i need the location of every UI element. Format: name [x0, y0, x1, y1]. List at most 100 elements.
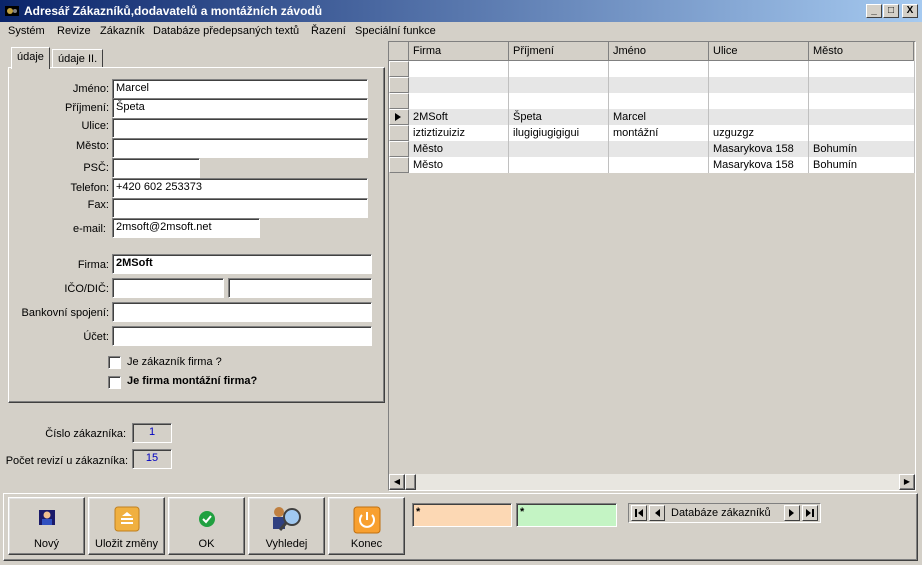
- maximize-button[interactable]: □: [883, 4, 899, 18]
- close-button[interactable]: X: [902, 4, 918, 18]
- nav-next-icon[interactable]: [784, 505, 800, 521]
- grid-cell[interactable]: [609, 157, 709, 173]
- ulice-field[interactable]: [112, 118, 368, 138]
- ulice-label: Ulice:: [81, 120, 109, 132]
- nav-prev-icon[interactable]: [649, 505, 665, 521]
- konec-button[interactable]: Konec: [328, 497, 405, 555]
- vyhledej-button[interactable]: Vyhledej: [248, 497, 325, 555]
- je-zakaznik-firma-checkbox[interactable]: [108, 356, 121, 369]
- bankovni-spojeni-label: Bankovní spojení:: [21, 307, 109, 319]
- scroll-left-icon[interactable]: ◀: [389, 474, 405, 490]
- grid-cell[interactable]: [609, 141, 709, 157]
- grid-cell[interactable]: [609, 77, 709, 93]
- fax-field[interactable]: [112, 198, 368, 218]
- col-prijmeni[interactable]: Příjmení: [509, 42, 609, 61]
- grid-cell[interactable]: [409, 77, 509, 93]
- menu-razeni[interactable]: Řazení: [311, 25, 346, 37]
- grid-cell[interactable]: Masarykova 158: [709, 141, 809, 157]
- grid-cell[interactable]: [409, 93, 509, 109]
- mesto-field[interactable]: [112, 138, 368, 158]
- je-zakaznik-firma-label: Je zákazník firma ?: [127, 356, 222, 368]
- grid-cell[interactable]: uzguzgz: [709, 125, 809, 141]
- current-row-icon: [395, 113, 401, 121]
- menu-databaze-textu[interactable]: Databáze předepsaných textů: [153, 25, 299, 37]
- grid-cell[interactable]: [809, 93, 915, 109]
- bankovni-spojeni-field[interactable]: [112, 302, 372, 322]
- scroll-right-icon[interactable]: ▶: [899, 474, 915, 490]
- grid-cell[interactable]: [509, 61, 609, 77]
- grid-cell[interactable]: [709, 77, 809, 93]
- jmeno-field[interactable]: Marcel: [112, 79, 368, 99]
- grid-cell[interactable]: [709, 93, 809, 109]
- grid-cell[interactable]: [809, 125, 915, 141]
- grid-cell[interactable]: Masarykova 158: [709, 157, 809, 173]
- filter-firma-field[interactable]: *: [412, 503, 512, 527]
- grid-cell[interactable]: Bohumín: [809, 157, 915, 173]
- prijmeni-field[interactable]: Špeta: [112, 98, 368, 118]
- row-indicator[interactable]: [389, 125, 409, 141]
- firma-field[interactable]: 2MSoft: [112, 254, 372, 274]
- row-indicator[interactable]: [389, 61, 409, 77]
- ucet-label: Účet:: [83, 331, 109, 343]
- grid-cell[interactable]: Město: [409, 157, 509, 173]
- menu-system[interactable]: Systém: [8, 25, 45, 37]
- je-montazni-firma-label: Je firma montážní firma?: [127, 375, 258, 387]
- ico-dic-label: IČO/DIČ:: [64, 283, 109, 295]
- ucet-field[interactable]: [112, 326, 372, 346]
- customer-grid[interactable]: Firma Příjmení Jméno Ulice Město 2MSoft Š…: [388, 41, 916, 491]
- menu-zakaznik[interactable]: Zákazník: [100, 25, 145, 37]
- ico-field[interactable]: [112, 278, 224, 298]
- tab-udaje[interactable]: údaje: [11, 47, 50, 69]
- row-indicator[interactable]: [389, 157, 409, 173]
- grid-cell[interactable]: Bohumín: [809, 141, 915, 157]
- col-mesto[interactable]: Město: [809, 42, 914, 61]
- je-montazni-firma-checkbox[interactable]: [108, 376, 121, 389]
- grid-cell[interactable]: [609, 61, 709, 77]
- grid-cell[interactable]: [509, 93, 609, 109]
- tab-udaje-ii[interactable]: údaje II.: [52, 49, 104, 69]
- grid-cell[interactable]: 2MSoft: [409, 109, 509, 125]
- minimize-button[interactable]: _: [866, 4, 882, 18]
- grid-cell[interactable]: [809, 109, 915, 125]
- grid-cell[interactable]: [809, 61, 915, 77]
- cislo-zakaznika-value: 1: [132, 423, 172, 443]
- nav-last-icon[interactable]: [802, 505, 818, 521]
- grid-cell[interactable]: Špeta: [509, 109, 609, 125]
- grid-cell[interactable]: montážní: [609, 125, 709, 141]
- email-field[interactable]: 2msoft@2msoft.net: [112, 218, 260, 238]
- row-indicator[interactable]: [389, 77, 409, 93]
- row-indicator[interactable]: [389, 141, 409, 157]
- col-ulice[interactable]: Ulice: [709, 42, 809, 61]
- grid-cell[interactable]: [809, 77, 915, 93]
- grid-cell[interactable]: Město: [409, 141, 509, 157]
- grid-cell[interactable]: ilugigiugigigui: [509, 125, 609, 141]
- row-indicator[interactable]: [389, 93, 409, 109]
- search-icon: [272, 507, 301, 531]
- horizontal-scrollbar[interactable]: ◀ ▶: [389, 474, 915, 490]
- check-icon: [198, 511, 215, 527]
- grid-cell[interactable]: [409, 61, 509, 77]
- ok-button[interactable]: OK: [168, 497, 245, 555]
- ulozit-zmeny-button[interactable]: Uložit změny: [88, 497, 165, 555]
- scroll-thumb[interactable]: [405, 474, 416, 490]
- grid-cell[interactable]: [709, 109, 809, 125]
- grid-cell[interactable]: Marcel: [609, 109, 709, 125]
- grid-cell[interactable]: [709, 61, 809, 77]
- menu-revize[interactable]: Revize: [57, 25, 91, 37]
- pocet-revizi-label: Počet revizí u zákazníka:: [5, 455, 128, 467]
- filter-prijmeni-field[interactable]: *: [516, 503, 617, 527]
- telefon-field[interactable]: +420 602 253373: [112, 178, 368, 198]
- grid-cell[interactable]: [509, 77, 609, 93]
- col-jmeno[interactable]: Jméno: [609, 42, 709, 61]
- dic-field[interactable]: [228, 278, 372, 298]
- nav-first-icon[interactable]: [631, 505, 647, 521]
- grid-cell[interactable]: iztiztizuiziz: [409, 125, 509, 141]
- novy-button[interactable]: Nový: [8, 497, 85, 555]
- col-firma[interactable]: Firma: [409, 42, 509, 61]
- psc-field[interactable]: [112, 158, 200, 178]
- grid-cell[interactable]: [509, 157, 609, 173]
- grid-cell[interactable]: [509, 141, 609, 157]
- grid-cell[interactable]: [609, 93, 709, 109]
- row-indicator[interactable]: [389, 109, 409, 125]
- menu-specialni-funkce[interactable]: Speciální funkce: [355, 25, 436, 37]
